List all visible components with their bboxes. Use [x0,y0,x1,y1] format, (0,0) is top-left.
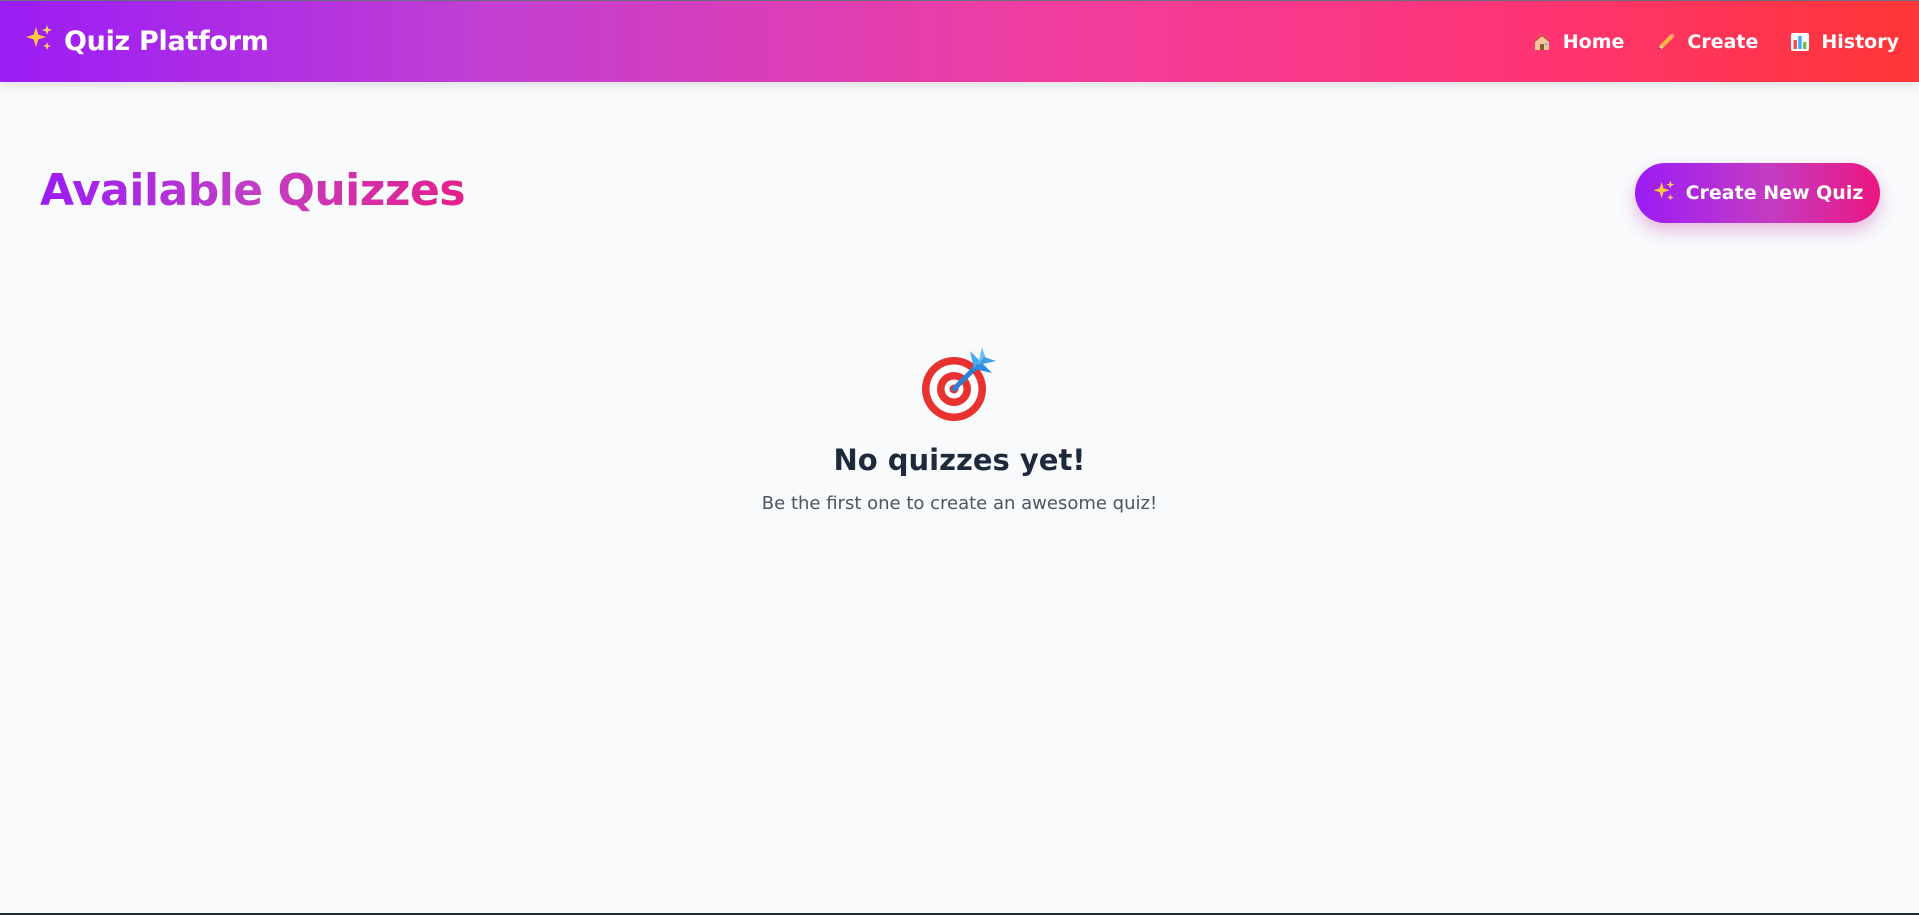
sparkles-icon [24,23,54,60]
top-navbar: Quiz Platform Home Create History [0,1,1919,82]
create-button-label: Create New Quiz [1685,182,1864,204]
brand-logo[interactable]: Quiz Platform [24,23,269,60]
nav-links: Home Create History [1532,31,1899,53]
bar-chart-icon [1790,32,1810,52]
empty-state-subtitle: Be the first one to create an awesome qu… [761,493,1158,514]
nav-link-label: Home [1562,30,1625,53]
empty-state-title: No quizzes yet! [833,443,1086,477]
create-new-quiz-button[interactable]: Create New Quiz [1635,163,1880,223]
nav-link-create[interactable]: Create [1656,31,1758,53]
page-title: Available Quizzes [40,165,466,216]
nav-link-label: History [1821,30,1899,53]
brand-title: Quiz Platform [64,26,269,57]
nav-link-home[interactable]: Home [1532,30,1625,53]
pencil-icon [1656,32,1676,52]
empty-state: No quizzes yet! Be the first one to crea… [0,341,1919,514]
sparkles-icon [1652,179,1676,208]
house-icon [1532,32,1552,52]
nav-link-label: Create [1687,30,1759,53]
nav-link-history[interactable]: History [1790,31,1899,53]
app-root: Quiz Platform Home Create History Availa… [0,0,1919,915]
bullseye-dart-icon [921,347,996,421]
